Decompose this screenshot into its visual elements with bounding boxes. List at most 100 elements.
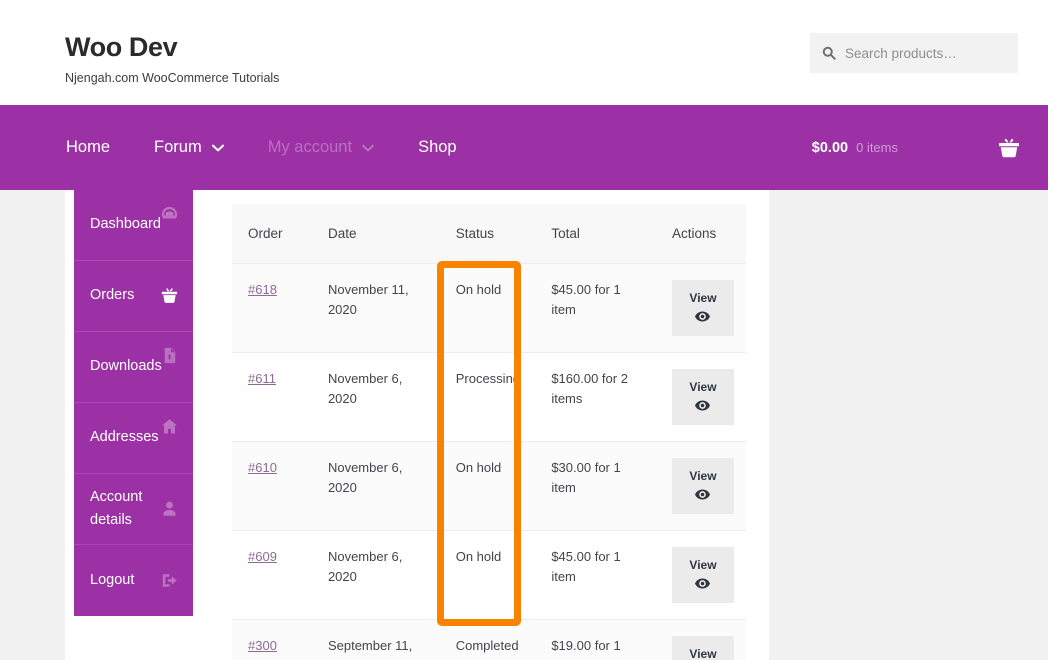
search-input[interactable] — [845, 45, 1006, 61]
sidebar-item-label: Downloads — [90, 358, 162, 375]
shopping-basket-icon — [160, 286, 179, 305]
site-tagline: Njengah.com WooCommerce Tutorials — [65, 70, 280, 85]
column-header-actions[interactable]: Actions — [655, 204, 746, 264]
orders-table-body: #618 November 11, 2020 On hold $45.00 for 1… — [232, 263, 746, 660]
table-row: #300 September 11, 2020Completed$19.00 fo… — [232, 619, 746, 660]
nav-item-my-account-label: My account — [267, 138, 353, 156]
sidebar-item-orders[interactable]: Orders — [74, 261, 193, 332]
sidebar-item-label: Account details — [90, 488, 143, 528]
column-header-status[interactable]: Status — [439, 204, 536, 264]
column-header-total[interactable]: Total — [535, 204, 656, 264]
cell-status: On hold — [439, 530, 536, 620]
cell-status: On hold — [439, 441, 536, 531]
column-header-date[interactable]: Date — [311, 204, 440, 264]
cart-total-amount: $0.00 — [811, 139, 849, 156]
nav-item-shop[interactable]: Shop — [418, 138, 479, 157]
nav-item-shop-label: Shop — [418, 138, 457, 156]
site-title[interactable]: Woo Dev — [65, 32, 279, 63]
my-account-sidebar: Dashboard Orders Downloads Addresses Account… — [74, 190, 193, 616]
cell-date: November 11, 2020 — [311, 263, 440, 353]
cell-order: #609 — [232, 530, 312, 620]
table-header-row: Order Date Status Total Actions — [232, 204, 746, 264]
view-order-button-label: View — [689, 380, 717, 395]
order-number-link[interactable]: #618 — [248, 282, 277, 297]
cell-status: Processing — [439, 352, 536, 442]
nav-item-home-label: Home — [66, 138, 111, 156]
sidebar-item-label: Orders — [90, 287, 135, 304]
sidebar-item-label: Dashboard — [90, 216, 161, 233]
cell-date: November 6, 2020 — [311, 352, 440, 442]
cart-summary[interactable]: $0.00 0 items — [812, 105, 1020, 190]
view-order-button[interactable]: View — [671, 636, 734, 660]
table-row: #609 November 6, 2020 On hold $45.00 for 1 … — [232, 530, 746, 620]
cell-actions: View — [655, 441, 746, 531]
cell-order: #300 — [232, 619, 312, 660]
cell-date: November 6, 2020 — [311, 530, 440, 620]
logout-arrow-icon — [160, 571, 179, 590]
product-search-form[interactable] — [810, 33, 1018, 73]
order-number-link[interactable]: #300 — [248, 638, 277, 653]
cell-order: #610 — [232, 441, 312, 531]
cell-order: #611 — [232, 352, 312, 442]
table-row: #610 November 6, 2020 On hold $30.00 for 1 … — [232, 441, 746, 531]
cell-date: November 6, 2020 — [311, 441, 440, 531]
sidebar-item-label: Addresses — [90, 429, 159, 446]
view-order-button-label: View — [689, 558, 717, 573]
table-row: #611 November 6, 2020 Processing $160.00 fo… — [232, 352, 746, 442]
page-root: Woo Dev Njengah.com WooCommerce Tutorial… — [0, 0, 1048, 660]
site-branding[interactable]: Woo Dev Njengah.com WooCommerce Tutorial… — [65, 32, 280, 86]
cell-status: Completed — [439, 619, 536, 660]
cell-actions: View — [655, 619, 746, 660]
order-number-link[interactable]: #610 — [248, 460, 277, 475]
primary-navigation-bar: Home Forum My account Shop $0.00 0 items — [0, 105, 1048, 190]
document-download-icon — [160, 346, 179, 365]
cell-actions: View — [655, 352, 746, 442]
dashboard-gauge-icon — [160, 204, 179, 223]
sidebar-item-account-details[interactable]: Account details — [74, 474, 193, 545]
sidebar-item-logout[interactable]: Logout — [74, 545, 193, 616]
nav-item-my-account[interactable]: My account — [268, 138, 396, 157]
eye-icon — [695, 395, 711, 414]
view-order-button[interactable]: View — [671, 458, 734, 514]
sidebar-item-addresses[interactable]: Addresses — [74, 403, 193, 474]
cell-actions: View — [655, 530, 746, 620]
order-number-link[interactable]: #611 — [248, 371, 276, 386]
eye-icon — [695, 573, 711, 592]
nav-item-forum[interactable]: Forum — [154, 138, 246, 157]
home-icon — [160, 417, 179, 436]
view-order-button[interactable]: View — [671, 369, 734, 425]
shopping-basket-icon[interactable] — [998, 138, 1020, 158]
eye-icon — [695, 484, 711, 503]
eye-icon — [695, 306, 711, 325]
table-row: #618 November 11, 2020 On hold $45.00 for 1… — [232, 263, 746, 353]
sidebar-item-dashboard[interactable]: Dashboard — [74, 190, 193, 261]
view-order-button[interactable]: View — [671, 280, 734, 336]
site-header: Woo Dev Njengah.com WooCommerce Tutorial… — [0, 0, 1048, 105]
cart-item-count: 0 items — [856, 140, 898, 155]
nav-item-home[interactable]: Home — [66, 138, 132, 157]
view-order-button-label: View — [689, 291, 717, 306]
view-order-button-label: View — [689, 647, 717, 660]
chevron-down-icon — [362, 142, 375, 154]
sidebar-item-downloads[interactable]: Downloads — [74, 332, 193, 403]
orders-table: Order Date Status Total Actions #618 Nove… — [232, 204, 746, 660]
nav-item-forum-label: Forum — [154, 138, 202, 156]
cell-actions: View — [655, 263, 746, 353]
order-number-link[interactable]: #609 — [248, 549, 277, 564]
cell-order: #618 — [232, 263, 312, 353]
chevron-down-icon — [211, 142, 224, 154]
column-header-order[interactable]: Order — [232, 204, 312, 264]
cell-total: $19.00 for 1 item — [535, 619, 656, 660]
cell-total: $45.00 for 1 item — [535, 530, 656, 620]
primary-nav-links: Home Forum My account Shop — [66, 105, 501, 190]
cell-total: $30.00 for 1 item — [535, 441, 656, 531]
cell-date: September 11, 2020 — [311, 619, 440, 660]
search-icon — [822, 46, 836, 60]
cell-total: $45.00 for 1 item — [535, 263, 656, 353]
cell-status: On hold — [439, 263, 536, 353]
view-order-button[interactable]: View — [671, 547, 734, 603]
view-order-button-label: View — [689, 469, 717, 484]
cell-total: $160.00 for 2 items — [535, 352, 656, 442]
sidebar-item-label: Logout — [90, 571, 135, 588]
orders-table-head: Order Date Status Total Actions — [232, 204, 746, 264]
